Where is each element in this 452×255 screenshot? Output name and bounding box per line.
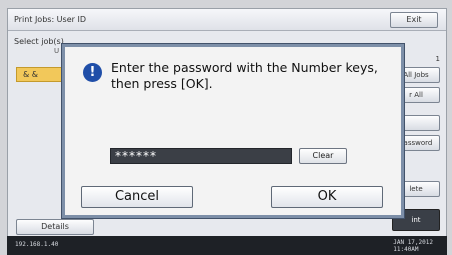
clear-button[interactable]: Clear bbox=[299, 148, 347, 164]
title-bar: Print Jobs: User ID Exit bbox=[8, 9, 446, 31]
message-line-2: then press [OK]. bbox=[111, 76, 213, 91]
select-jobs-label: Select job(s). bbox=[14, 37, 67, 46]
date-time: JAN 17,2012 11:40AM bbox=[393, 239, 433, 253]
time-text: 11:40AM bbox=[393, 246, 419, 253]
job-row[interactable]: & & bbox=[16, 67, 62, 82]
column-header: U bbox=[54, 47, 60, 55]
job-count: 1 bbox=[435, 55, 440, 63]
ip-address: 192.168.1.40 bbox=[15, 241, 59, 248]
message-line-1: Enter the password with the Number keys, bbox=[111, 60, 378, 75]
info-icon: ! bbox=[83, 63, 102, 82]
password-dialog: ! Enter the password with the Number key… bbox=[62, 44, 404, 218]
details-button[interactable]: Details bbox=[16, 219, 94, 235]
status-bar: 192.168.1.40 JAN 17,2012 11:40AM bbox=[7, 236, 447, 255]
dialog-message: Enter the password with the Number keys,… bbox=[111, 60, 381, 92]
password-field[interactable]: ****** bbox=[110, 148, 292, 164]
exit-button[interactable]: Exit bbox=[390, 12, 438, 28]
date-text: JAN 17,2012 bbox=[393, 239, 433, 246]
app-title: Print Jobs: User ID bbox=[14, 15, 86, 24]
cancel-button[interactable]: Cancel bbox=[81, 186, 193, 208]
ok-button[interactable]: OK bbox=[271, 186, 383, 208]
